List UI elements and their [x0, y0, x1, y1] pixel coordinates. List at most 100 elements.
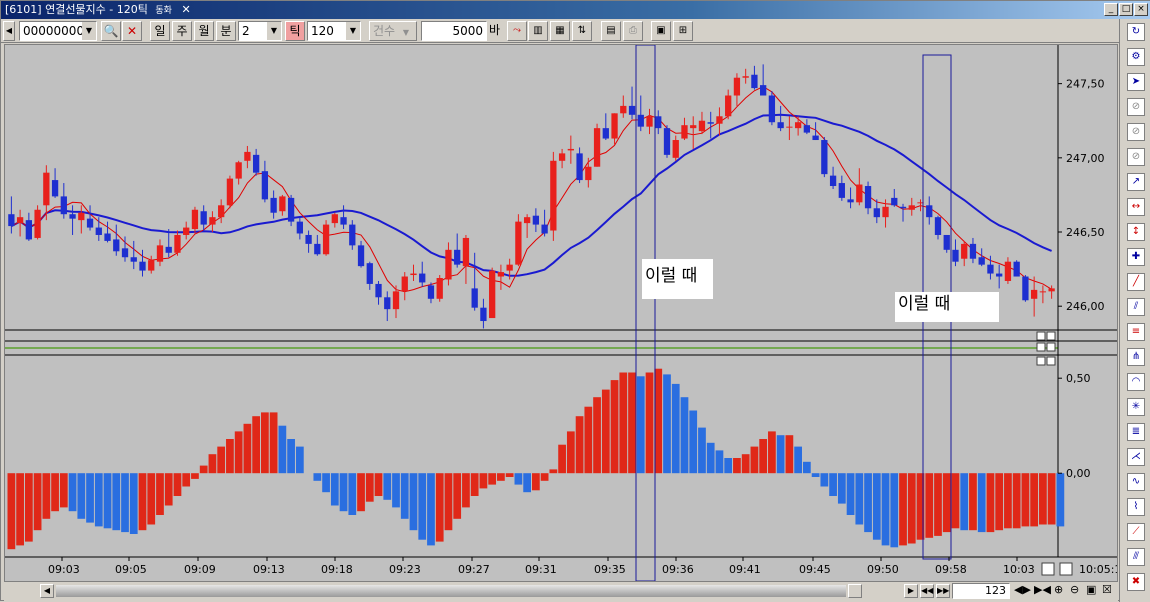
oscillator-bar: [121, 473, 129, 533]
wave-icon[interactable]: ⌇: [1127, 498, 1145, 516]
retracement-icon[interactable]: ≣: [1127, 423, 1145, 441]
erase-icon[interactable]: ✖: [1127, 573, 1145, 591]
pointer-icon[interactable]: ➤: [1127, 73, 1145, 91]
rewind-button[interactable]: ◀◀: [920, 584, 934, 598]
draw-b-icon[interactable]: ⊘: [1127, 123, 1145, 141]
candle-body: [952, 249, 959, 262]
count-input[interactable]: 5000: [421, 21, 487, 41]
scroll-thumb[interactable]: [848, 584, 862, 598]
candle-body: [628, 105, 636, 115]
tick-select[interactable]: 120 ▼: [307, 21, 361, 41]
horizontal-line-icon[interactable]: ↔: [1127, 198, 1145, 216]
close-x-icon[interactable]: ✕: [181, 3, 190, 16]
minus-icon[interactable]: ⊖: [1070, 583, 1079, 596]
draw-c-icon[interactable]: ⊘: [1127, 148, 1145, 166]
bar-count-input[interactable]: 123: [952, 583, 1010, 599]
vertical-line-icon[interactable]: ↕: [1127, 223, 1145, 241]
refresh-icon[interactable]: ↻: [1127, 23, 1145, 41]
bar-chart-button[interactable]: ▥: [528, 21, 548, 41]
oscillator-bar: [7, 473, 16, 550]
line-chart-button[interactable]: ⤳: [507, 21, 527, 41]
settings-icon[interactable]: ⚙: [1127, 48, 1145, 66]
oscillator-bar: [287, 439, 295, 474]
fibonacci-icon[interactable]: ≡: [1127, 323, 1145, 341]
search-button[interactable]: 🔍: [101, 21, 121, 41]
price-axis-label: 246,50: [1066, 226, 1105, 239]
oscillator-bar: [601, 389, 610, 474]
count-select[interactable]: 건수 ▼: [369, 21, 417, 41]
draw-a-icon[interactable]: ⊘: [1127, 98, 1145, 116]
cycle-icon[interactable]: ∿: [1127, 473, 1145, 491]
panel-control-icon[interactable]: [1046, 331, 1056, 341]
cross-line-icon[interactable]: ✚: [1127, 248, 1145, 266]
candle-body: [60, 196, 67, 215]
play-button[interactable]: ▶: [904, 584, 918, 598]
scroll-left-button[interactable]: ◀: [3, 21, 15, 41]
period-minute-button[interactable]: 분: [216, 21, 236, 41]
grid-button[interactable]: ⊞: [673, 21, 693, 41]
time-axis-label: 09:27: [458, 563, 490, 576]
speed-line-icon[interactable]: ⟋: [1127, 523, 1145, 541]
fan-icon[interactable]: ⋔: [1127, 348, 1145, 366]
oscillator-bar: [636, 376, 645, 474]
oscillator-bar: [147, 473, 156, 525]
oscillator-bar: [243, 423, 252, 474]
oscillator-bar: [278, 425, 287, 474]
arc-icon[interactable]: ◠: [1127, 373, 1145, 391]
oscillator-bar: [444, 473, 453, 531]
gann-icon[interactable]: ✳: [1127, 398, 1145, 416]
save-button[interactable]: ▤: [601, 21, 621, 41]
fast-forward-button[interactable]: ▶▶: [936, 584, 950, 598]
oscillator-bar: [295, 446, 304, 474]
swap-button[interactable]: ⇅: [572, 21, 592, 41]
print-button[interactable]: ⎙: [623, 21, 643, 41]
edit-icon[interactable]: [1041, 562, 1055, 576]
search-icon[interactable]: [1059, 562, 1073, 576]
candle-body: [235, 162, 242, 179]
oscillator-bar: [558, 444, 566, 474]
layout-button[interactable]: ▣: [651, 21, 671, 41]
trendline-icon[interactable]: ╱: [1127, 273, 1145, 291]
candle-body: [681, 125, 688, 139]
pitchfork-icon[interactable]: ⋌: [1127, 448, 1145, 466]
regression-icon[interactable]: ⫻: [1127, 548, 1145, 566]
crosshair-icon[interactable]: ⊕: [1054, 583, 1063, 596]
time-axis-label: 09:58: [935, 563, 967, 576]
time-axis-label: 09:13: [253, 563, 285, 576]
fit-icon[interactable]: ▣: [1086, 583, 1096, 596]
window-title: [6101] 연결선물지수 - 120틱: [5, 3, 148, 16]
channel-icon[interactable]: ⫽: [1127, 298, 1145, 316]
maximize-button[interactable]: □: [1119, 3, 1133, 16]
close-button[interactable]: ×: [1134, 3, 1148, 16]
oscillator-bar: [479, 473, 488, 489]
chevron-down-icon: ▼: [82, 22, 96, 40]
close-chart-icon[interactable]: ☒: [1102, 583, 1112, 596]
panel-control-icon[interactable]: [1036, 356, 1046, 366]
panel-control-icon[interactable]: [1046, 342, 1056, 352]
oscillator-bar: [584, 406, 593, 474]
tick-button[interactable]: 틱: [285, 21, 305, 41]
zoom-in-icon[interactable]: ◀▶: [1014, 583, 1031, 596]
minimize-button[interactable]: _: [1104, 3, 1118, 16]
code-select[interactable]: 00000000 ▼: [19, 21, 97, 41]
panel-control-icon[interactable]: [1046, 356, 1056, 366]
zoom-out-icon[interactable]: ▶◀: [1034, 583, 1051, 596]
period-week-button[interactable]: 주: [172, 21, 192, 41]
volume-button[interactable]: ▦: [550, 21, 570, 41]
period-month-button[interactable]: 월: [194, 21, 214, 41]
time-axis-label: 09:35: [594, 563, 626, 576]
trend-icon[interactable]: ↗: [1127, 173, 1145, 191]
oscillator-bar: [820, 473, 829, 487]
time-axis-label: 09:05: [115, 563, 147, 576]
period-day-button[interactable]: 일: [150, 21, 170, 41]
oscillator-bar: [628, 372, 636, 474]
search-cancel-button[interactable]: ✕: [122, 21, 142, 41]
oscillator-bar: [768, 431, 776, 474]
scrollbar-track[interactable]: [56, 585, 846, 597]
panel-control-icon[interactable]: [1036, 342, 1046, 352]
minute-select[interactable]: 2 ▼: [238, 21, 282, 41]
panel-control-icon[interactable]: [1036, 331, 1046, 341]
drawing-tools-bar: ↻ ⚙ ➤ ⊘ ⊘ ⊘ ↗ ↔ ↕ ✚ ╱ ⫽ ≡ ⋔ ◠ ✳ ≣ ⋌ ∿ ⌇ …: [1119, 19, 1150, 602]
oscillator-bar: [156, 473, 164, 515]
scroll-left-button[interactable]: ◀: [40, 584, 54, 598]
